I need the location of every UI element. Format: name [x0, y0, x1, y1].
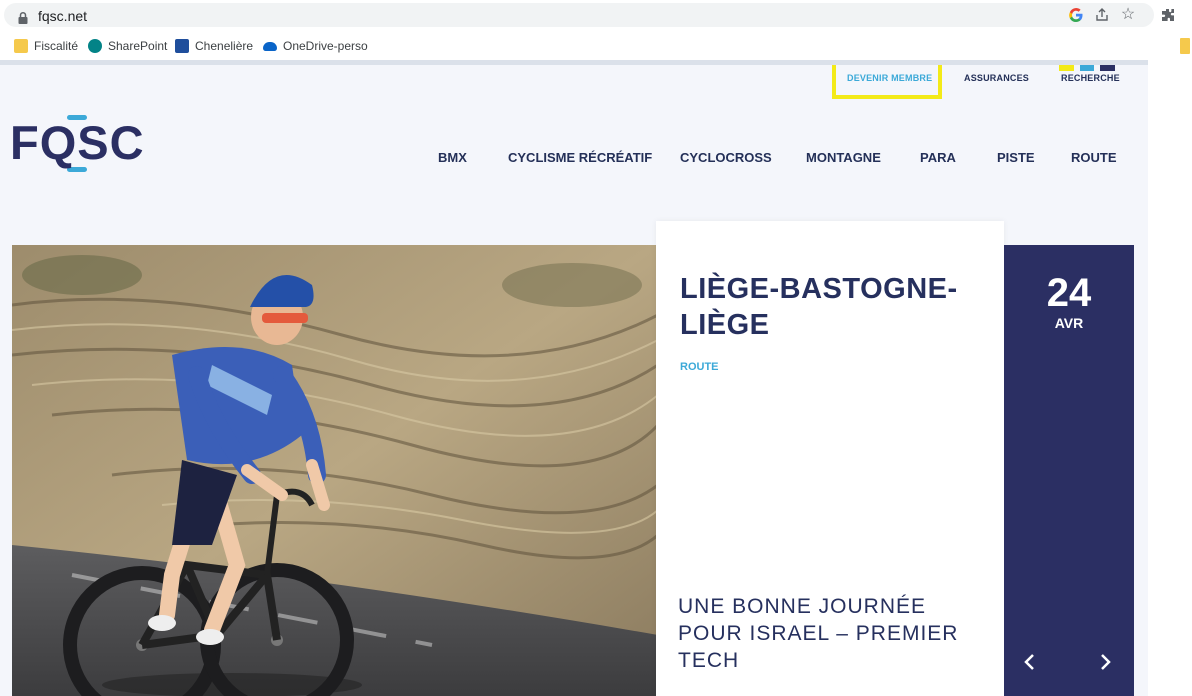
bookmark-label: OneDrive-perso: [283, 39, 368, 53]
utility-accent-bar: [1080, 65, 1094, 71]
cheneliere-icon: [175, 39, 189, 53]
nav-montagne[interactable]: MONTAGNE: [806, 150, 881, 165]
assurances-link[interactable]: ASSURANCES: [964, 73, 1029, 83]
google-icon[interactable]: [1066, 5, 1086, 25]
nav-bmx[interactable]: BMX: [438, 150, 467, 165]
browser-address-bar: fqsc.net ☆: [0, 0, 1192, 31]
bookmark-label: Fiscalité: [34, 39, 79, 53]
bookmark-label: SharePoint: [108, 39, 168, 53]
lock-icon[interactable]: [16, 11, 30, 25]
article-title[interactable]: LIÈGE-BASTOGNE-LIÈGE: [680, 271, 980, 343]
bookmark-fiscalite[interactable]: Fiscalité: [14, 37, 78, 55]
url-bar[interactable]: fqsc.net: [4, 3, 1154, 27]
carousel-prev-button[interactable]: [1015, 649, 1045, 679]
folder-icon: [14, 39, 28, 53]
nav-cyclisme-recreatif[interactable]: CYCLISME RÉCRÉATIF: [508, 150, 652, 165]
chevron-right-icon: [1101, 654, 1111, 670]
recherche-link[interactable]: RECHERCHE: [1061, 73, 1120, 83]
bookmark-onedrive[interactable]: OneDrive-perso: [263, 37, 368, 55]
url-text[interactable]: fqsc.net: [38, 8, 87, 24]
devenir-membre-link[interactable]: DEVENIR MEMBRE: [847, 73, 932, 83]
page-gutter: [1148, 60, 1192, 696]
date-month: AVR: [1054, 315, 1084, 331]
date-panel: 24 AVR: [1004, 245, 1134, 696]
bookmark-sharepoint[interactable]: SharePoint: [88, 37, 167, 55]
utility-accent-bar: [1100, 65, 1115, 71]
article-category[interactable]: ROUTE: [680, 361, 719, 373]
logo-text: FQSC: [10, 116, 145, 169]
extensions-icon[interactable]: [1158, 5, 1178, 25]
article-headline[interactable]: UNE BONNE JOURNÉE POUR ISRAEL – PREMIER …: [678, 593, 988, 674]
carousel-next-button[interactable]: [1090, 649, 1120, 679]
date-day: 24: [1046, 271, 1092, 315]
chevron-left-icon: [1024, 654, 1034, 670]
star-icon[interactable]: ☆: [1118, 5, 1138, 25]
bookmark-label: Chenelière: [195, 39, 254, 53]
nav-piste[interactable]: PISTE: [997, 150, 1035, 165]
share-icon[interactable]: [1092, 5, 1112, 25]
sharepoint-icon: [88, 39, 102, 53]
onedrive-icon: [263, 41, 277, 51]
bookmarks-bar: Fiscalité SharePoint Chenelière OneDrive…: [0, 31, 1192, 60]
fqsc-website: DEVENIR MEMBRE ASSURANCES RECHERCHE FQSC…: [0, 65, 1148, 696]
nav-cyclocross[interactable]: CYCLOCROSS: [680, 150, 772, 165]
utility-accent-bar: [1059, 65, 1074, 71]
article-card[interactable]: LIÈGE-BASTOGNE-LIÈGE ROUTE UNE BONNE JOU…: [656, 221, 1004, 696]
fqsc-logo[interactable]: FQSC: [10, 115, 150, 185]
bookmark-folder-icon[interactable]: [1180, 38, 1190, 54]
bookmark-cheneliere[interactable]: Chenelière: [175, 37, 253, 55]
hero-cyclist-photo[interactable]: [12, 245, 658, 696]
nav-route[interactable]: ROUTE: [1071, 150, 1117, 165]
nav-para[interactable]: PARA: [920, 150, 956, 165]
